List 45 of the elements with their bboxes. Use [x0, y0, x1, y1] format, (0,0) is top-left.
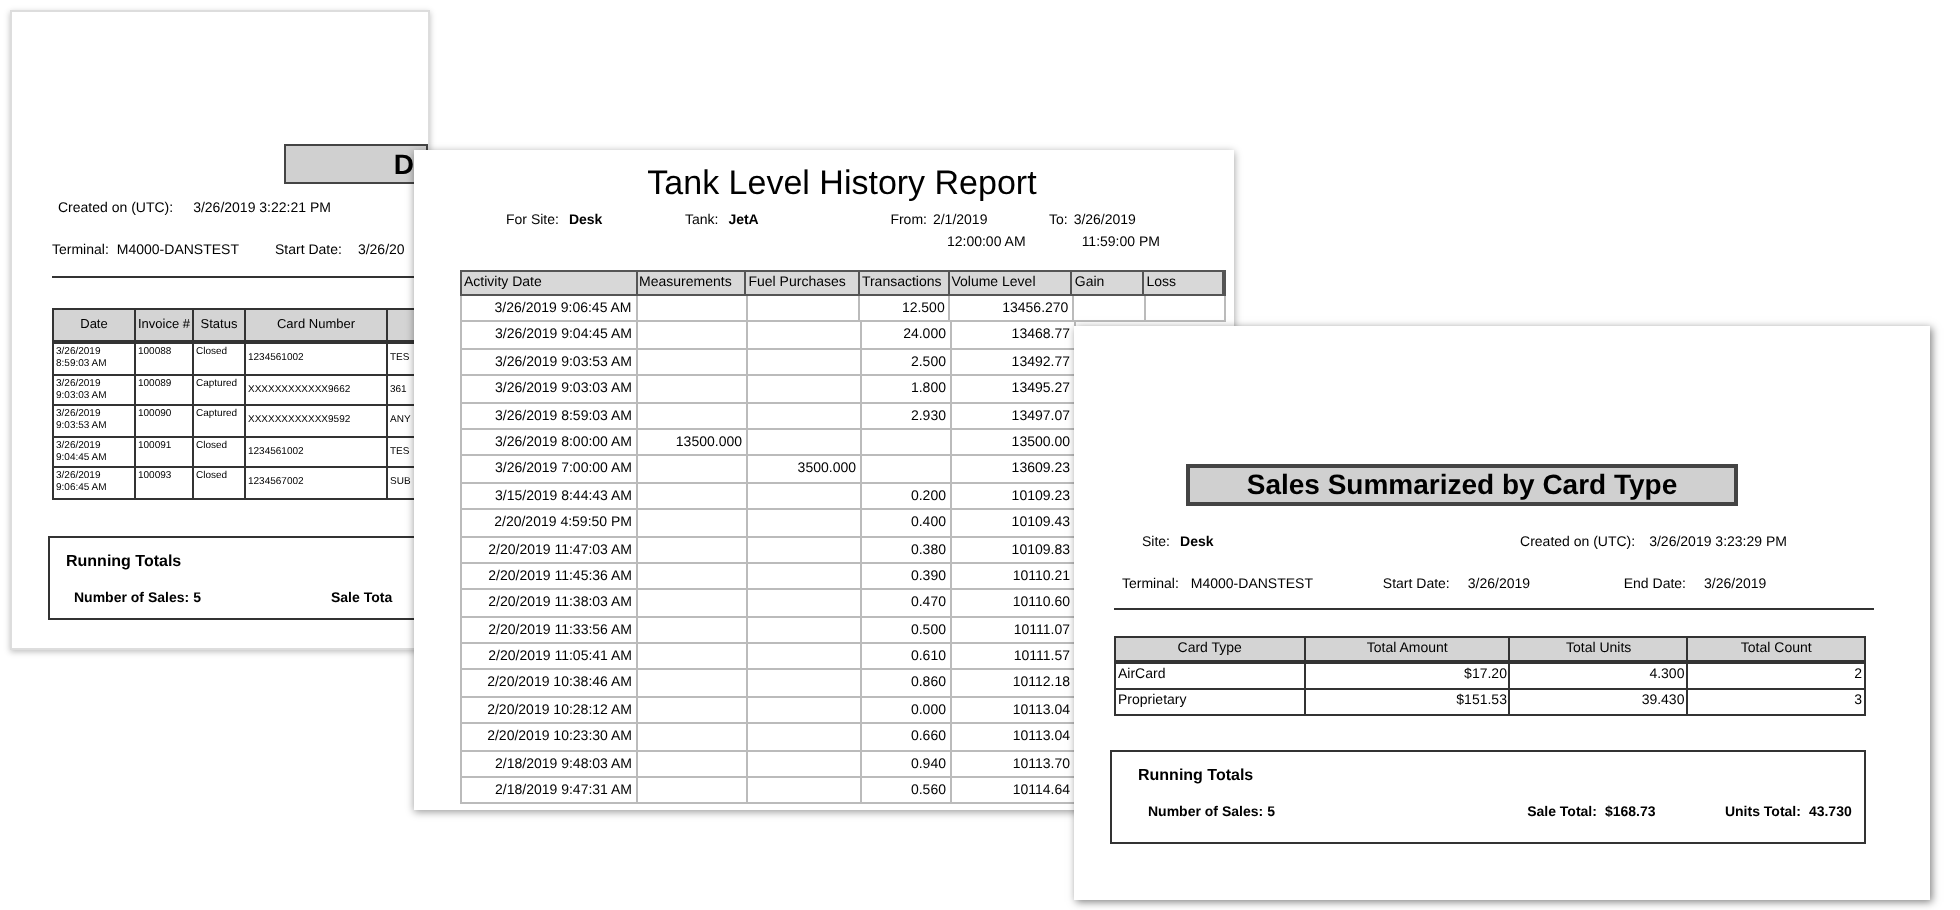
table-cell	[862, 456, 952, 484]
table-cell	[748, 537, 862, 564]
table-cell	[638, 778, 748, 805]
table-cell	[638, 563, 748, 591]
table-cell	[748, 376, 862, 404]
table-cell	[862, 429, 952, 457]
report-title: Tank Level History Report	[647, 162, 1037, 206]
table-cell	[748, 403, 862, 430]
report-title: Sales Summarized by Card Type	[1186, 464, 1738, 506]
table-cell	[638, 322, 748, 350]
table-cell	[1074, 296, 1147, 323]
table-cell	[748, 483, 862, 511]
table-cell	[638, 510, 748, 538]
table-cell	[638, 403, 748, 430]
table-cell	[1146, 296, 1227, 323]
report-title: D	[284, 144, 428, 184]
table-cell	[638, 590, 748, 618]
table-cell	[638, 349, 748, 377]
table-cell	[748, 429, 862, 457]
totals-title: Running Totals	[1138, 764, 1256, 788]
table-cell	[748, 590, 862, 618]
table-cell	[747, 296, 861, 323]
table-cell	[748, 697, 862, 725]
table-cell	[638, 697, 748, 725]
table-cell	[638, 617, 748, 645]
table-cell	[748, 751, 862, 779]
table-cell	[748, 724, 862, 752]
table-cell	[638, 751, 748, 779]
table-cell	[748, 563, 862, 591]
table-cell	[638, 376, 748, 404]
table-cell	[748, 617, 862, 645]
table-cell	[638, 644, 748, 671]
table-cell	[748, 349, 862, 377]
table-cell	[637, 296, 748, 323]
table-cell	[748, 670, 862, 698]
table-cell	[638, 456, 748, 484]
table-cell	[748, 778, 862, 805]
table-cell	[638, 670, 748, 698]
table-cell	[638, 724, 748, 752]
table-cell	[638, 483, 748, 511]
table-cell	[748, 644, 862, 671]
table-cell	[638, 537, 748, 564]
table-cell	[748, 510, 862, 538]
table-cell	[748, 322, 862, 350]
totals-title: Running Totals	[66, 549, 184, 573]
